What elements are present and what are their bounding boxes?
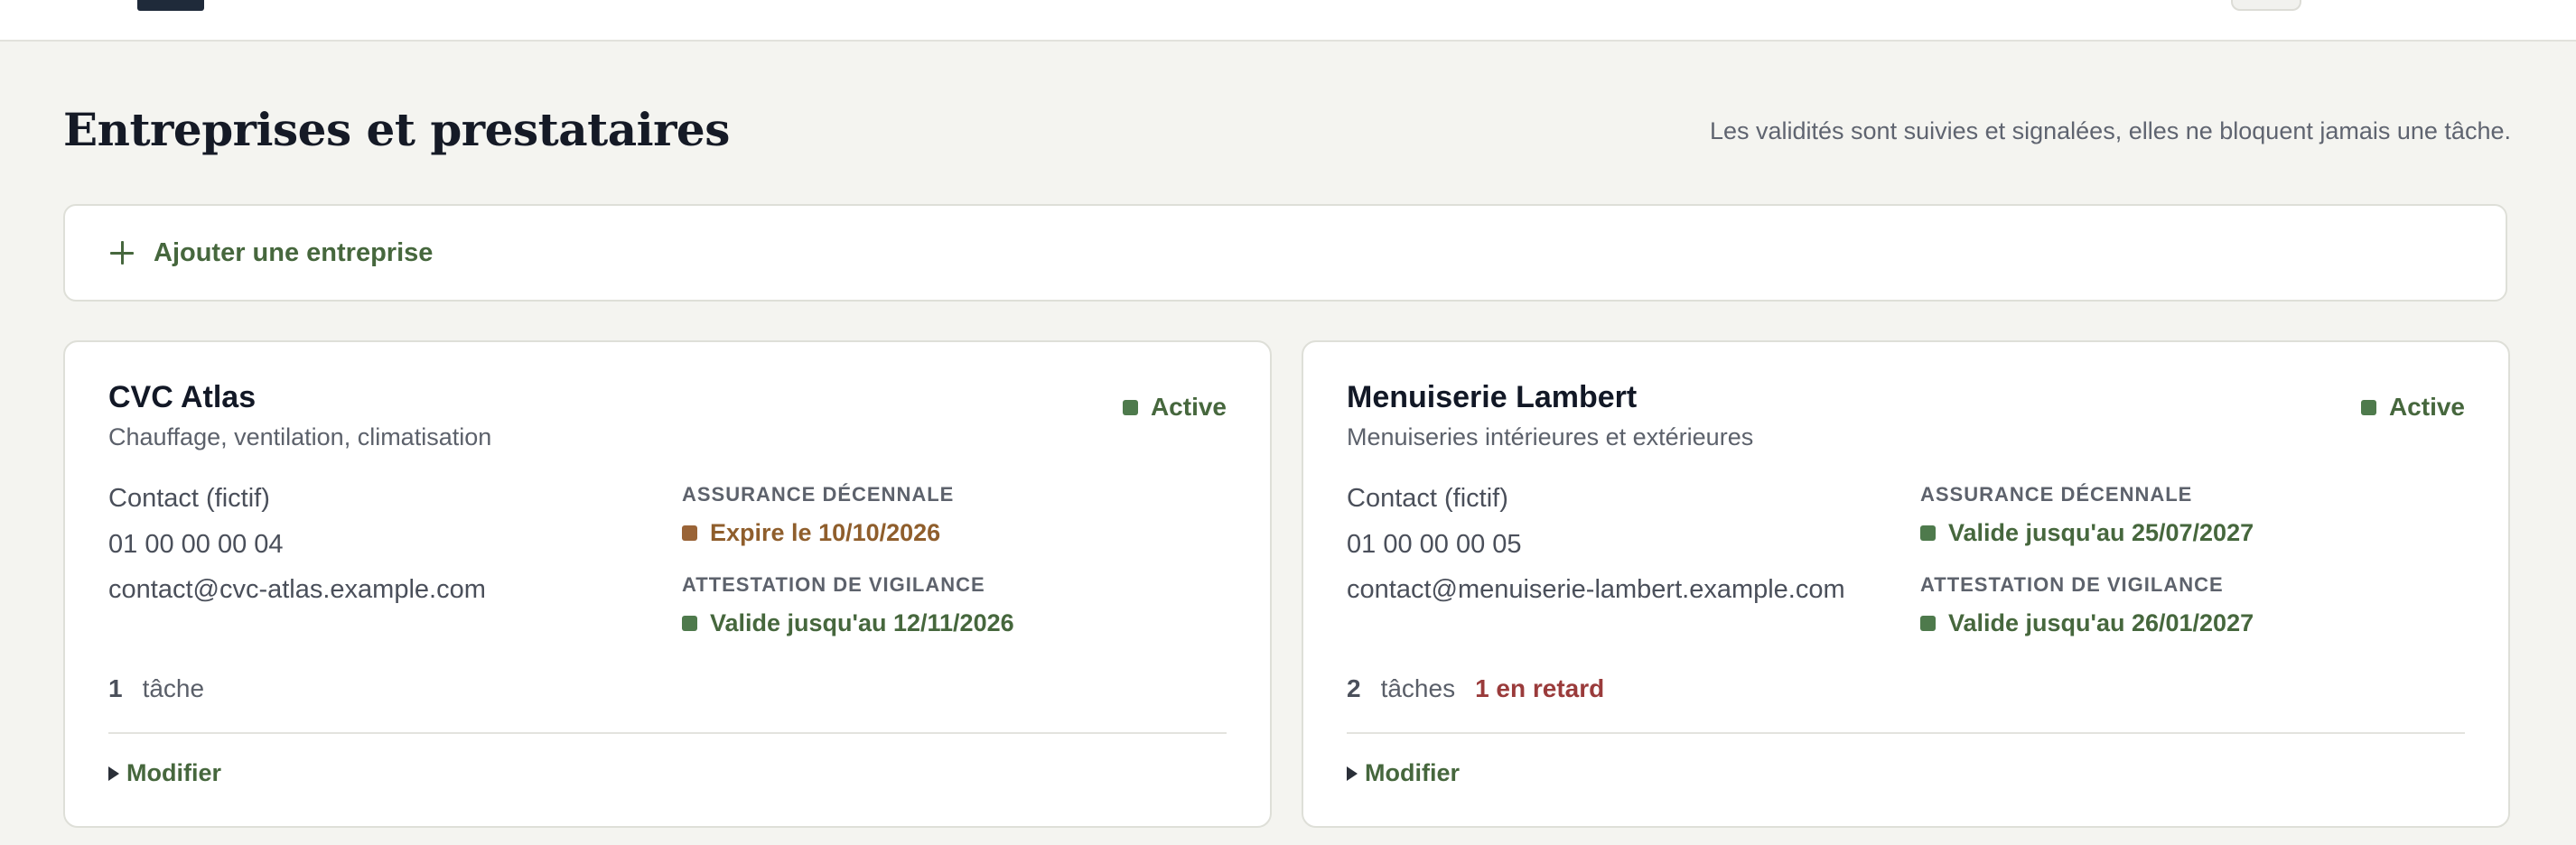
disclosure-triangle-icon: [108, 766, 119, 781]
insurance-value: Valide jusqu'au 25/07/2027: [1948, 519, 2254, 546]
add-company-button[interactable]: Ajouter une entreprise: [110, 206, 433, 300]
company-name: Menuiserie Lambert: [1347, 380, 1638, 414]
status-dot-icon: [2360, 399, 2376, 415]
company-name: CVC Atlas: [108, 380, 257, 414]
insurance-status: Valide jusqu'au 25/07/2027: [1920, 519, 2254, 547]
insurance-label: ASSURANCE DÉCENNALE: [682, 483, 955, 506]
card-divider: [1347, 732, 2465, 734]
valid-dot-icon: [1920, 616, 1936, 631]
edit-toggle[interactable]: Modifier: [108, 759, 221, 787]
page-note: Les validités sont suivies et signalées,…: [1709, 117, 2511, 144]
status-label: Active: [2388, 393, 2465, 421]
company-card: CVC Atlas Chauffage, ventilation, climat…: [63, 340, 1272, 828]
page-title: Entreprises et prestataires: [63, 103, 730, 156]
valid-dot-icon: [1920, 525, 1936, 541]
status-dot-icon: [1122, 399, 1138, 415]
insurance-status: Expire le 10/10/2026: [682, 519, 940, 547]
disclosure-triangle-icon: [1347, 766, 1358, 781]
insurance-label: ASSURANCE DÉCENNALE: [1920, 483, 2193, 506]
add-company-label: Ajouter une entreprise: [154, 237, 434, 267]
edit-toggle[interactable]: Modifier: [1347, 759, 1460, 787]
late-count: 1 en retard: [1475, 674, 1605, 702]
warning-dot-icon: [682, 525, 697, 541]
edit-label: Modifier: [126, 759, 221, 786]
vigilance-status: Valide jusqu'au 12/11/2026: [682, 609, 1014, 637]
contact-name: Contact (fictif): [108, 484, 270, 513]
company-subtitle: Menuiseries intérieures et extérieures: [1347, 423, 1754, 450]
vigilance-label: ATTESTATION DE VIGILANCE: [682, 573, 985, 596]
user-menu-button[interactable]: [2231, 0, 2301, 11]
task-count: 1: [108, 674, 123, 702]
card-divider: [108, 732, 1227, 734]
status-badge: Active: [2360, 393, 2465, 422]
add-company-panel: Ajouter une entreprise: [63, 204, 2507, 302]
top-bar: [0, 0, 2576, 42]
vigilance-label: ATTESTATION DE VIGILANCE: [1920, 573, 2224, 596]
task-count: 2: [1347, 674, 1361, 702]
vigilance-status: Valide jusqu'au 26/01/2027: [1920, 609, 2254, 637]
vigilance-value: Valide jusqu'au 26/01/2027: [1948, 609, 2254, 636]
contact-phone: 01 00 00 00 05: [1347, 530, 1522, 559]
task-summary: 1 tâche: [108, 674, 204, 703]
valid-dot-icon: [682, 616, 697, 631]
status-badge: Active: [1122, 393, 1227, 422]
company-subtitle: Chauffage, ventilation, climatisation: [108, 423, 492, 450]
contact-name: Contact (fictif): [1347, 484, 1508, 513]
plus-icon: [110, 241, 134, 265]
company-card: Menuiserie Lambert Menuiseries intérieur…: [1302, 340, 2510, 828]
edit-label: Modifier: [1365, 759, 1460, 786]
task-word: tâche: [142, 674, 205, 702]
vigilance-value: Valide jusqu'au 12/11/2026: [710, 609, 1014, 636]
task-summary: 2 tâches 1 en retard: [1347, 674, 1604, 703]
task-word: tâches: [1380, 674, 1456, 702]
status-label: Active: [1150, 393, 1227, 421]
app-logo[interactable]: [137, 0, 204, 11]
contact-email: contact@menuiserie-lambert.example.com: [1347, 575, 1845, 604]
contact-phone: 01 00 00 00 04: [108, 530, 284, 559]
insurance-value: Expire le 10/10/2026: [710, 519, 941, 546]
contact-email: contact@cvc-atlas.example.com: [108, 575, 486, 604]
